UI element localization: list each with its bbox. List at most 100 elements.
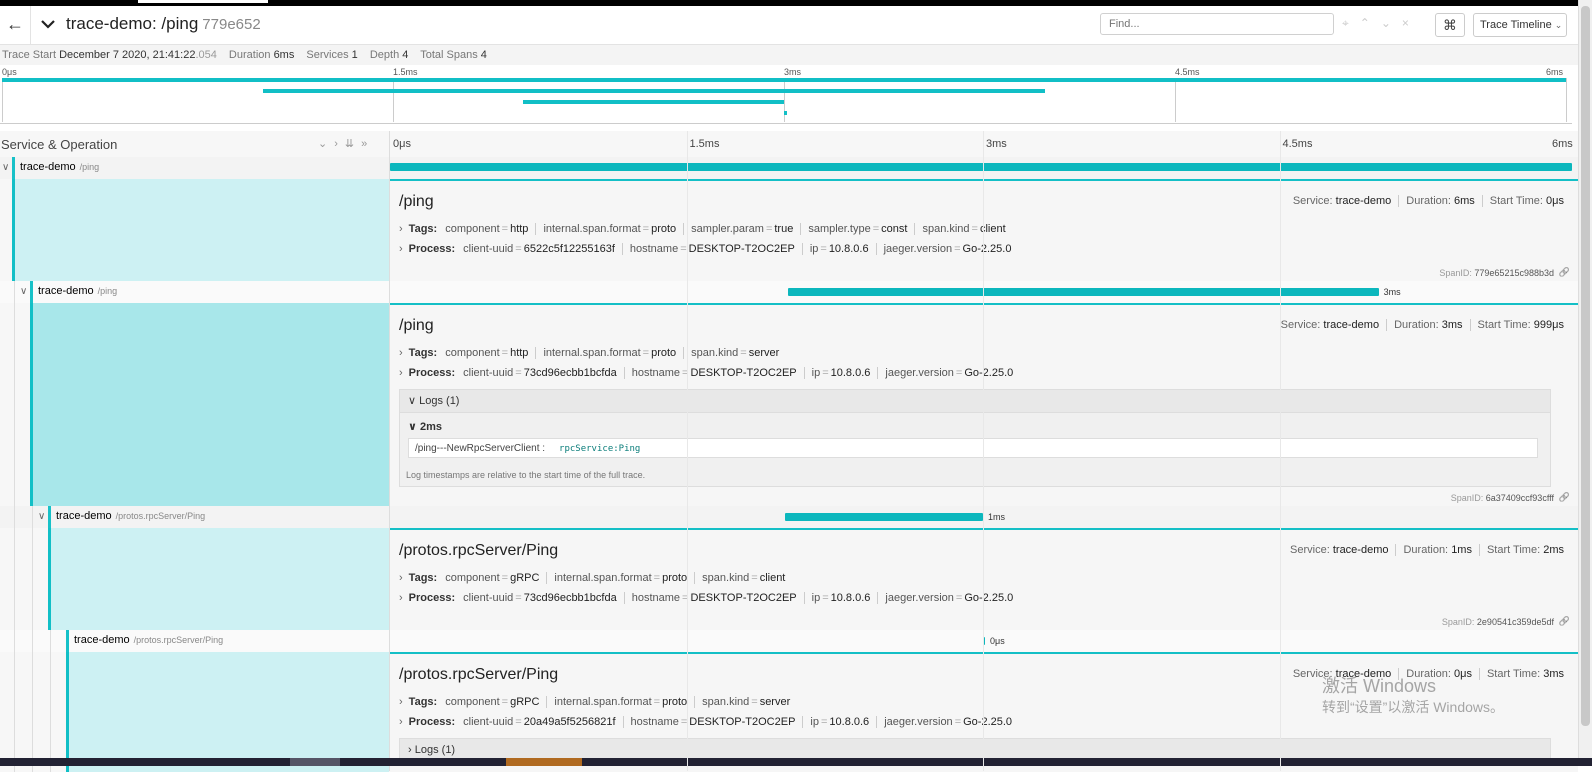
span-row[interactable]: ∨ trace-demo/ping [0,157,1578,180]
logs-header[interactable]: ∨ Logs (1) [400,390,1550,413]
span-id-value: 6a37409ccf93cfff [1485,493,1554,503]
chevron-right-icon[interactable]: › [399,716,403,728]
kv-key: internal.span.format [554,572,652,584]
chevron-right-icon[interactable]: › [399,347,403,359]
close-icon[interactable]: × [1402,16,1420,30]
log-timestamp[interactable]: ∨ 2ms [408,420,442,433]
kv-key: sampler.param [691,223,764,235]
windows-activation-hint: 转到“设置”以激活 Windows。 [1322,699,1505,715]
span-name[interactable]: trace-demo/ping [38,285,117,297]
chevron-right-icon[interactable]: › [399,592,403,604]
chevron-down-icon[interactable]: ⌄ [1381,16,1402,30]
span-bar-label: 3ms [1383,287,1401,297]
chevron-right-icon[interactable]: › [399,572,403,584]
span-service: trace-demo [74,634,130,646]
timeline-gridline [686,131,688,771]
chevron-right-icon[interactable]: › [399,223,403,235]
span-detail-meta: Service: trace-demo Duration: 3ms Start Ti… [1281,319,1564,332]
view-select[interactable]: Trace Timeline ⌄ [1473,13,1567,37]
span-detail: /protos.rpcServer/Ping Service: trace-dem… [0,528,1578,630]
back-button[interactable]: ← [0,6,31,44]
total-spans-label: Total Spans [420,49,478,61]
tree-guide [14,506,15,528]
column-divider[interactable] [389,131,390,771]
chevron-down-icon[interactable]: ∨ [20,286,27,297]
separator [803,367,805,380]
process-row[interactable]: › Process: client-uuid = 6522c5f12255163f hos… [399,243,1011,256]
tree-guide [50,630,51,652]
meta-label: Start Time: [1477,319,1531,331]
kv-key: jaeger.version [884,716,953,728]
meta-label: Start Time: [1489,195,1543,207]
locate-icon[interactable]: ⌖ [1342,16,1360,30]
logs-count: (1) [441,744,456,756]
chevron-down-icon[interactable]: ∨ [38,511,45,522]
tree-guide [50,652,51,772]
taskbar-item[interactable] [506,758,582,766]
minimap-gridline [1175,78,1176,122]
kv-key: span.kind [702,572,750,584]
double-chevron-down-icon[interactable]: ⇊ [345,138,361,150]
services-value: 1 [351,49,358,61]
span-detail-swatch [66,652,390,772]
page-scrollbar[interactable] [1578,0,1592,766]
tags-row[interactable]: › Tags: component = http internal.span.format… [399,347,779,360]
kv-equals: = [515,367,522,379]
link-icon[interactable]: 🔗 [1559,616,1570,627]
chevron-down-icon[interactable]: ⌄ [318,138,334,150]
span-name[interactable]: trace-demo/protos.rpcServer/Ping [56,510,205,522]
chevron-down-icon[interactable]: ∨ [2,162,9,173]
span-name[interactable]: trace-demo/protos.rpcServer/Ping [74,634,223,646]
chevron-up-icon[interactable]: ⌃ [1360,16,1381,30]
scrollbar-thumb[interactable] [1581,6,1590,726]
keyboard-shortcuts-button[interactable]: ⌘ [1435,13,1465,37]
minimap-span-bar [262,89,1045,93]
find-controls: ⌖⌃⌄× [1342,16,1420,31]
kv-value: http [510,223,529,235]
chevron-down-icon: ∨ [408,421,420,433]
logs-section[interactable]: ∨ Logs (1) ∨ 2ms/ping---NewRpcServerClien… [399,389,1551,487]
kv-key: component [445,696,500,708]
chevron-down-icon: › [408,744,415,756]
tags-row[interactable]: › Tags: component = gRPC internal.span.format… [399,572,786,585]
find-input[interactable] [1100,13,1334,35]
meta-label: Service: [1290,544,1330,556]
meta-value: 1ms [1451,544,1472,556]
kv-key: hostname [630,716,679,728]
process-row[interactable]: › Process: client-uuid = 20a49a5f5256821f hos… [399,716,1012,729]
span-name[interactable]: trace-demo/ping [20,161,99,173]
chevron-right-icon[interactable]: › [399,696,403,708]
double-chevron-right-icon[interactable]: » [361,138,374,150]
chevron-right-icon[interactable]: › [399,367,403,379]
chevron-down-icon: ∨ [408,395,420,407]
trace-minimap[interactable]: 0μs 1.5ms 3ms 4.5ms 6ms [0,65,1572,124]
span-duration-bar[interactable] [785,513,983,521]
span-duration-bar[interactable] [787,288,1379,296]
minimap-tick-label: 1.5ms [393,67,418,77]
chevron-right-icon[interactable]: › [399,243,403,255]
span-duration-bar[interactable] [390,163,1572,171]
link-icon[interactable]: 🔗 [1559,492,1570,503]
chevron-down-icon[interactable] [40,14,56,34]
kv-value: client [759,572,786,584]
span-row[interactable]: ∨ trace-demo/ping 3ms [0,281,1578,304]
kv-key: span.kind [922,223,970,235]
separator [802,716,804,729]
separator [546,572,548,585]
process-row[interactable]: › Process: client-uuid = 73cd96ecbb1bcfda hos… [399,367,1013,380]
taskbar-item[interactable] [290,758,340,766]
tree-guide [32,528,33,630]
span-row[interactable]: trace-demo/protos.rpcServer/Ping 0μs [0,630,1578,653]
browser-tab[interactable] [138,0,268,3]
link-icon[interactable]: 🔗 [1559,267,1570,278]
process-row[interactable]: › Process: client-uuid = 73cd96ecbb1bcfda hos… [399,592,1013,605]
tags-row[interactable]: › Tags: component = http internal.span.format… [399,223,1006,236]
tags-row[interactable]: › Tags: component = gRPC internal.span.format… [399,696,790,709]
span-service: trace-demo [56,510,112,522]
span-id: SpanID: 779e65215c988b3d [1439,268,1554,278]
span-id-label: SpanID: [1441,617,1475,627]
chevron-right-icon[interactable]: › [334,138,345,150]
trace-start-ms: .054 [195,49,217,61]
separator [800,223,802,236]
span-row[interactable]: ∨ trace-demo/protos.rpcServer/Ping 1ms [0,506,1578,529]
